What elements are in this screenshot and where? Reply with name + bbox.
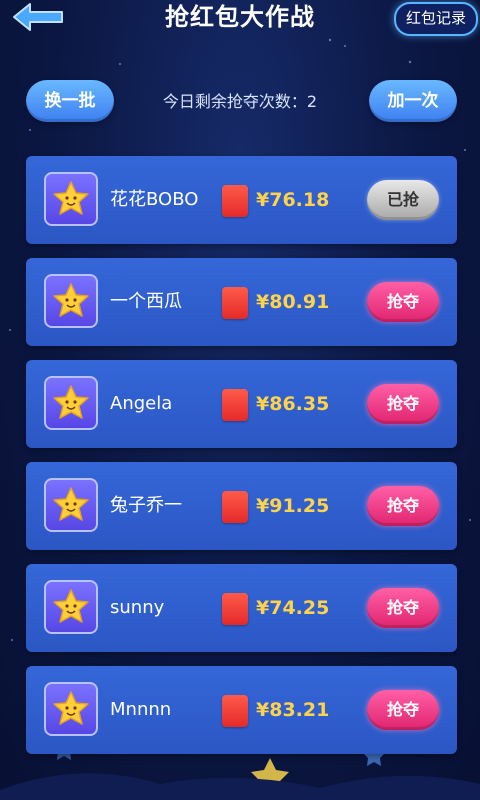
list-item: Angela ¥86.35 抢夺 xyxy=(26,360,457,448)
star-face-icon xyxy=(53,181,89,215)
grab-button[interactable]: 抢夺 xyxy=(367,384,439,424)
red-packet-amount: ¥74.25 xyxy=(256,597,330,619)
avatar xyxy=(44,580,98,634)
user-name: Angela xyxy=(110,393,173,414)
red-packet-amount: ¥76.18 xyxy=(256,189,330,211)
star-face-icon xyxy=(53,487,89,521)
avatar xyxy=(44,478,98,532)
red-packet-icon xyxy=(222,491,248,523)
red-packet-icon xyxy=(222,185,248,217)
grab-button[interactable]: 抢夺 xyxy=(367,282,439,322)
red-packet-amount: ¥80.91 xyxy=(256,291,330,313)
star-face-icon xyxy=(53,283,89,317)
red-packet-list: 花花BOBO ¥76.18 已抢 一个西瓜 ¥80.91 抢夺 Angela ¥… xyxy=(26,156,457,768)
star-face-icon xyxy=(53,691,89,725)
avatar xyxy=(44,274,98,328)
user-name: sunny xyxy=(110,597,165,618)
red-packet-amount: ¥83.21 xyxy=(256,699,330,721)
grabbed-button[interactable]: 已抢 xyxy=(367,180,439,220)
red-packet-icon xyxy=(222,593,248,625)
list-item: 一个西瓜 ¥80.91 抢夺 xyxy=(26,258,457,346)
list-item: sunny ¥74.25 抢夺 xyxy=(26,564,457,652)
grab-button[interactable]: 抢夺 xyxy=(367,690,439,730)
star-face-icon xyxy=(53,589,89,623)
remaining-attempts-text: 今日剩余抢夺次数：2 xyxy=(162,92,318,111)
red-packet-icon xyxy=(222,695,248,727)
user-name: 兔子乔一 xyxy=(110,495,182,516)
user-name: Mnnnn xyxy=(110,699,172,720)
red-packet-icon xyxy=(222,389,248,421)
red-packet-amount: ¥86.35 xyxy=(256,393,330,415)
avatar xyxy=(44,682,98,736)
avatar xyxy=(44,172,98,226)
red-packet-amount: ¥91.25 xyxy=(256,495,330,517)
user-name: 花花BOBO xyxy=(110,189,199,210)
avatar xyxy=(44,376,98,430)
top-bar: 抢红包大作战 红包记录 xyxy=(0,0,480,40)
star-face-icon xyxy=(53,385,89,419)
add-attempt-button[interactable]: 加一次 xyxy=(369,80,457,122)
red-packet-record-button[interactable]: 红包记录 xyxy=(393,2,478,36)
grab-button[interactable]: 抢夺 xyxy=(367,588,439,628)
user-name: 一个西瓜 xyxy=(110,291,182,312)
swap-batch-button[interactable]: 换一批 xyxy=(26,80,114,122)
grab-button[interactable]: 抢夺 xyxy=(367,486,439,526)
list-item: Mnnnn ¥83.21 抢夺 xyxy=(26,666,457,754)
list-item: 花花BOBO ¥76.18 已抢 xyxy=(26,156,457,244)
list-item: 兔子乔一 ¥91.25 抢夺 xyxy=(26,462,457,550)
red-packet-icon xyxy=(222,287,248,319)
